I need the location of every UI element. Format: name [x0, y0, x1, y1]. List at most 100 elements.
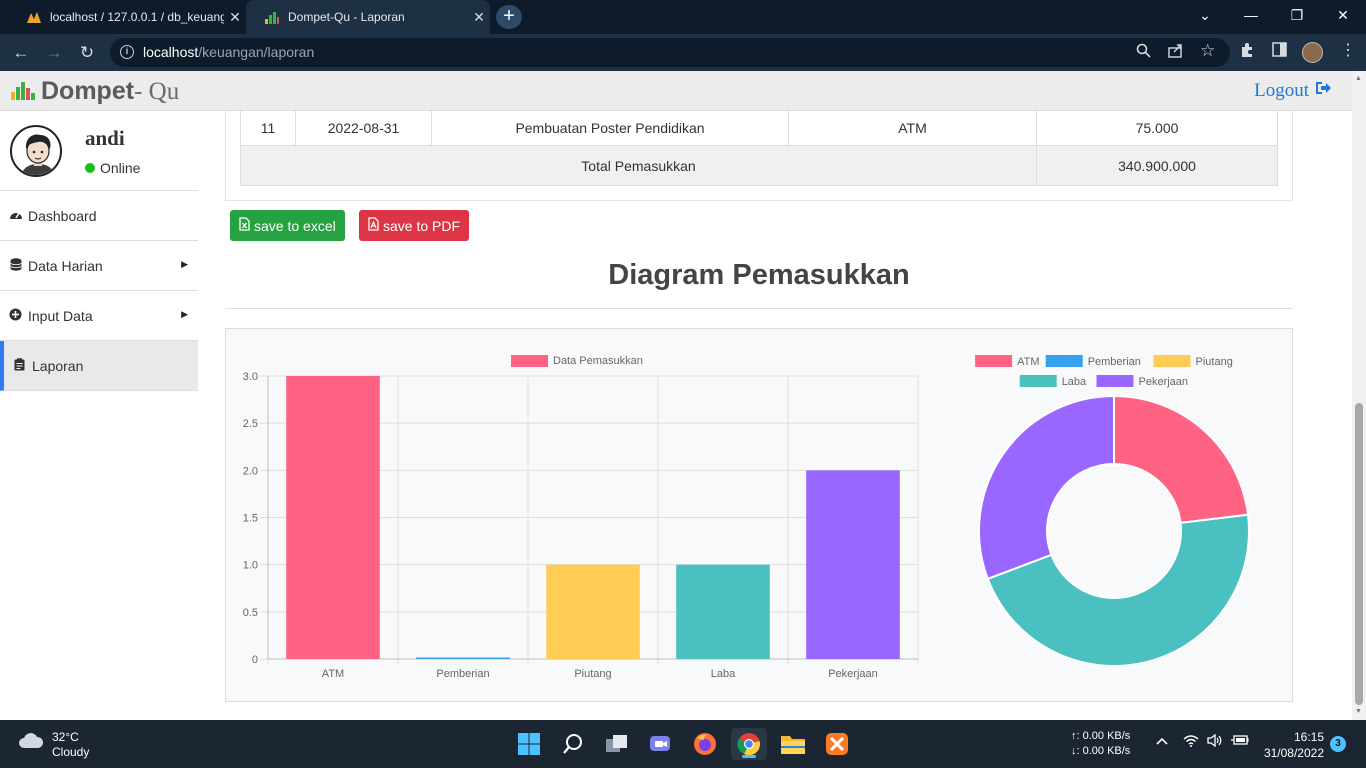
maximize-button[interactable]: ❐ — [1274, 0, 1320, 30]
online-dot-icon — [85, 163, 95, 173]
y-tick-label: 1.5 — [243, 513, 258, 525]
tab-phpmyadmin[interactable]: localhost / 127.0.0.1 / db_keuangan ✕ — [8, 0, 246, 34]
phpmyadmin-icon — [26, 9, 42, 25]
task-view-button[interactable] — [599, 728, 635, 760]
logout-label: Logout — [1254, 80, 1309, 101]
title-divider — [225, 308, 1293, 309]
scroll-down-icon[interactable]: ▼ — [1355, 708, 1362, 715]
file-explorer-button[interactable] — [775, 728, 811, 760]
teams-chat-button[interactable] — [643, 728, 679, 760]
sidebar-item-input-data[interactable]: Input Data ▶ — [0, 291, 198, 341]
chrome-button[interactable] — [731, 728, 767, 760]
legend-swatch-piutang — [1153, 355, 1191, 367]
battery-icon[interactable] — [1231, 734, 1249, 749]
legend-label: Data Pemasukkan — [553, 355, 643, 367]
minimize-button[interactable]: — — [1228, 0, 1274, 30]
profile-avatar[interactable] — [1302, 42, 1323, 63]
sidebar-item-label: Input Data — [28, 307, 93, 324]
windows-logo-icon — [518, 733, 540, 755]
tab-laporan[interactable]: Dompet-Qu - Laporan ✕ — [246, 0, 490, 34]
file-excel-icon — [239, 217, 250, 234]
extensions-icon[interactable] — [1239, 42, 1255, 62]
bar-piutang — [546, 564, 640, 659]
sign-out-icon — [1314, 80, 1332, 102]
firefox-button[interactable] — [687, 728, 723, 760]
network-speed: ↑: 0.00 KB/s ↓: 0.00 KB/s — [1071, 729, 1130, 759]
clock-time: 16:15 — [1293, 730, 1324, 744]
tab-title: localhost / 127.0.0.1 / db_keuangan — [50, 10, 224, 24]
system-clock[interactable]: 16:15 31/08/2022 — [1262, 729, 1324, 761]
tab-search-icon[interactable]: ⌄ — [1182, 0, 1228, 30]
xampp-button[interactable] — [819, 728, 855, 760]
scrollbar-thumb[interactable] — [1355, 403, 1363, 705]
button-label: save to PDF — [383, 217, 461, 234]
close-tab-icon[interactable]: ✕ — [468, 9, 490, 26]
address-bar[interactable]: i localhost/keuangan/laporan ☆ — [110, 38, 1230, 67]
brand-logo[interactable]: Dompet - Qu — [11, 77, 179, 106]
cloud-icon — [18, 730, 44, 760]
save-to-excel-button[interactable]: save to excel — [230, 210, 345, 241]
tab-title: Dompet-Qu - Laporan — [288, 10, 405, 24]
plus-circle-icon — [9, 308, 22, 324]
close-tab-icon[interactable]: ✕ — [224, 9, 246, 26]
legend-label: Laba — [1062, 376, 1087, 388]
legend-swatch — [511, 355, 548, 367]
reload-icon[interactable]: ↻ — [75, 41, 99, 65]
search-button[interactable] — [555, 728, 591, 760]
total-row: Total Pemasukkan 340.900.000 — [240, 145, 1278, 186]
notification-badge[interactable]: 3 — [1330, 736, 1346, 752]
logout-link[interactable]: Logout — [1254, 80, 1332, 102]
y-tick-label: 0 — [252, 654, 258, 666]
donut-chart: ATM Pemberian Piutang Laba Pekerjaan — [975, 355, 1250, 667]
caret-right-icon: ▶ — [181, 309, 188, 319]
xampp-icon — [826, 733, 848, 755]
y-tick-label: 2.0 — [243, 465, 258, 477]
x-tick-label: Pekerjaan — [828, 668, 878, 680]
clipboard-icon — [13, 357, 26, 374]
forward-icon[interactable]: → — [42, 41, 66, 65]
sidebar-item-laporan[interactable]: Laporan — [0, 341, 198, 391]
back-icon[interactable]: ← — [9, 41, 33, 65]
bookmark-star-icon[interactable]: ☆ — [1200, 41, 1215, 61]
database-icon — [9, 257, 22, 274]
browser-toolbar: ← → ↻ i localhost/keuangan/laporan ☆ ⋮ — [0, 34, 1366, 71]
clock-date: 31/08/2022 — [1263, 746, 1324, 760]
chevron-up-icon[interactable] — [1156, 734, 1168, 749]
bar-chart: Data Pemasukkan 3.0 2.5 2.0 1.5 1.0 0.5 0 ATM Pem… — [243, 355, 919, 680]
page-scrollbar[interactable]: ▲ ▼ — [1352, 71, 1366, 720]
new-tab-button[interactable]: + — [496, 5, 522, 29]
close-window-button[interactable]: ✕ — [1320, 0, 1366, 30]
url-text[interactable]: localhost/keuangan/laporan — [143, 44, 314, 60]
windows-taskbar: 32°C Cloudy ↑: 0.00 KB/s ↓: 0.00 KB/s 16… — [0, 720, 1366, 768]
share-icon[interactable] — [1168, 43, 1184, 62]
legend-label: Pekerjaan — [1139, 376, 1189, 388]
volume-icon[interactable] — [1207, 733, 1223, 750]
firefox-icon — [694, 733, 716, 755]
x-tick-label: ATM — [322, 668, 344, 680]
download-speed: ↓: 0.00 KB/s — [1071, 745, 1131, 757]
side-panel-icon[interactable] — [1272, 42, 1287, 61]
y-tick-label: 3.0 — [243, 371, 258, 383]
bar-legend: Data Pemasukkan — [511, 355, 643, 367]
legend-label: ATM — [1017, 356, 1039, 368]
slice-pekerjaan — [978, 394, 1115, 581]
menu-kebab-icon[interactable]: ⋮ — [1340, 40, 1356, 60]
sidebar-item-dashboard[interactable]: Dashboard — [0, 191, 198, 241]
zoom-icon[interactable] — [1136, 43, 1151, 62]
wifi-icon[interactable] — [1183, 734, 1199, 750]
weather-condition: Cloudy — [52, 745, 90, 759]
brand-suffix: - Qu — [134, 77, 180, 105]
upload-speed: ↑: 0.00 KB/s — [1071, 730, 1131, 742]
scroll-up-icon[interactable]: ▲ — [1355, 75, 1362, 82]
bar-pekerjaan — [806, 470, 900, 659]
sidebar-item-label: Dashboard — [28, 207, 97, 224]
user-status: Online — [85, 160, 140, 176]
avatar — [10, 125, 62, 177]
section-title: Diagram Pemasukkan — [608, 259, 910, 291]
save-to-pdf-button[interactable]: save to PDF — [359, 210, 470, 241]
weather-widget[interactable]: 32°C Cloudy — [18, 730, 89, 760]
table-row: 11 2022-08-31 Pembuatan Poster Pendidika… — [240, 111, 1278, 146]
sidebar-item-data-harian[interactable]: Data Harian ▶ — [0, 241, 198, 291]
site-info-icon[interactable]: i — [120, 45, 134, 59]
start-button[interactable] — [511, 728, 547, 760]
